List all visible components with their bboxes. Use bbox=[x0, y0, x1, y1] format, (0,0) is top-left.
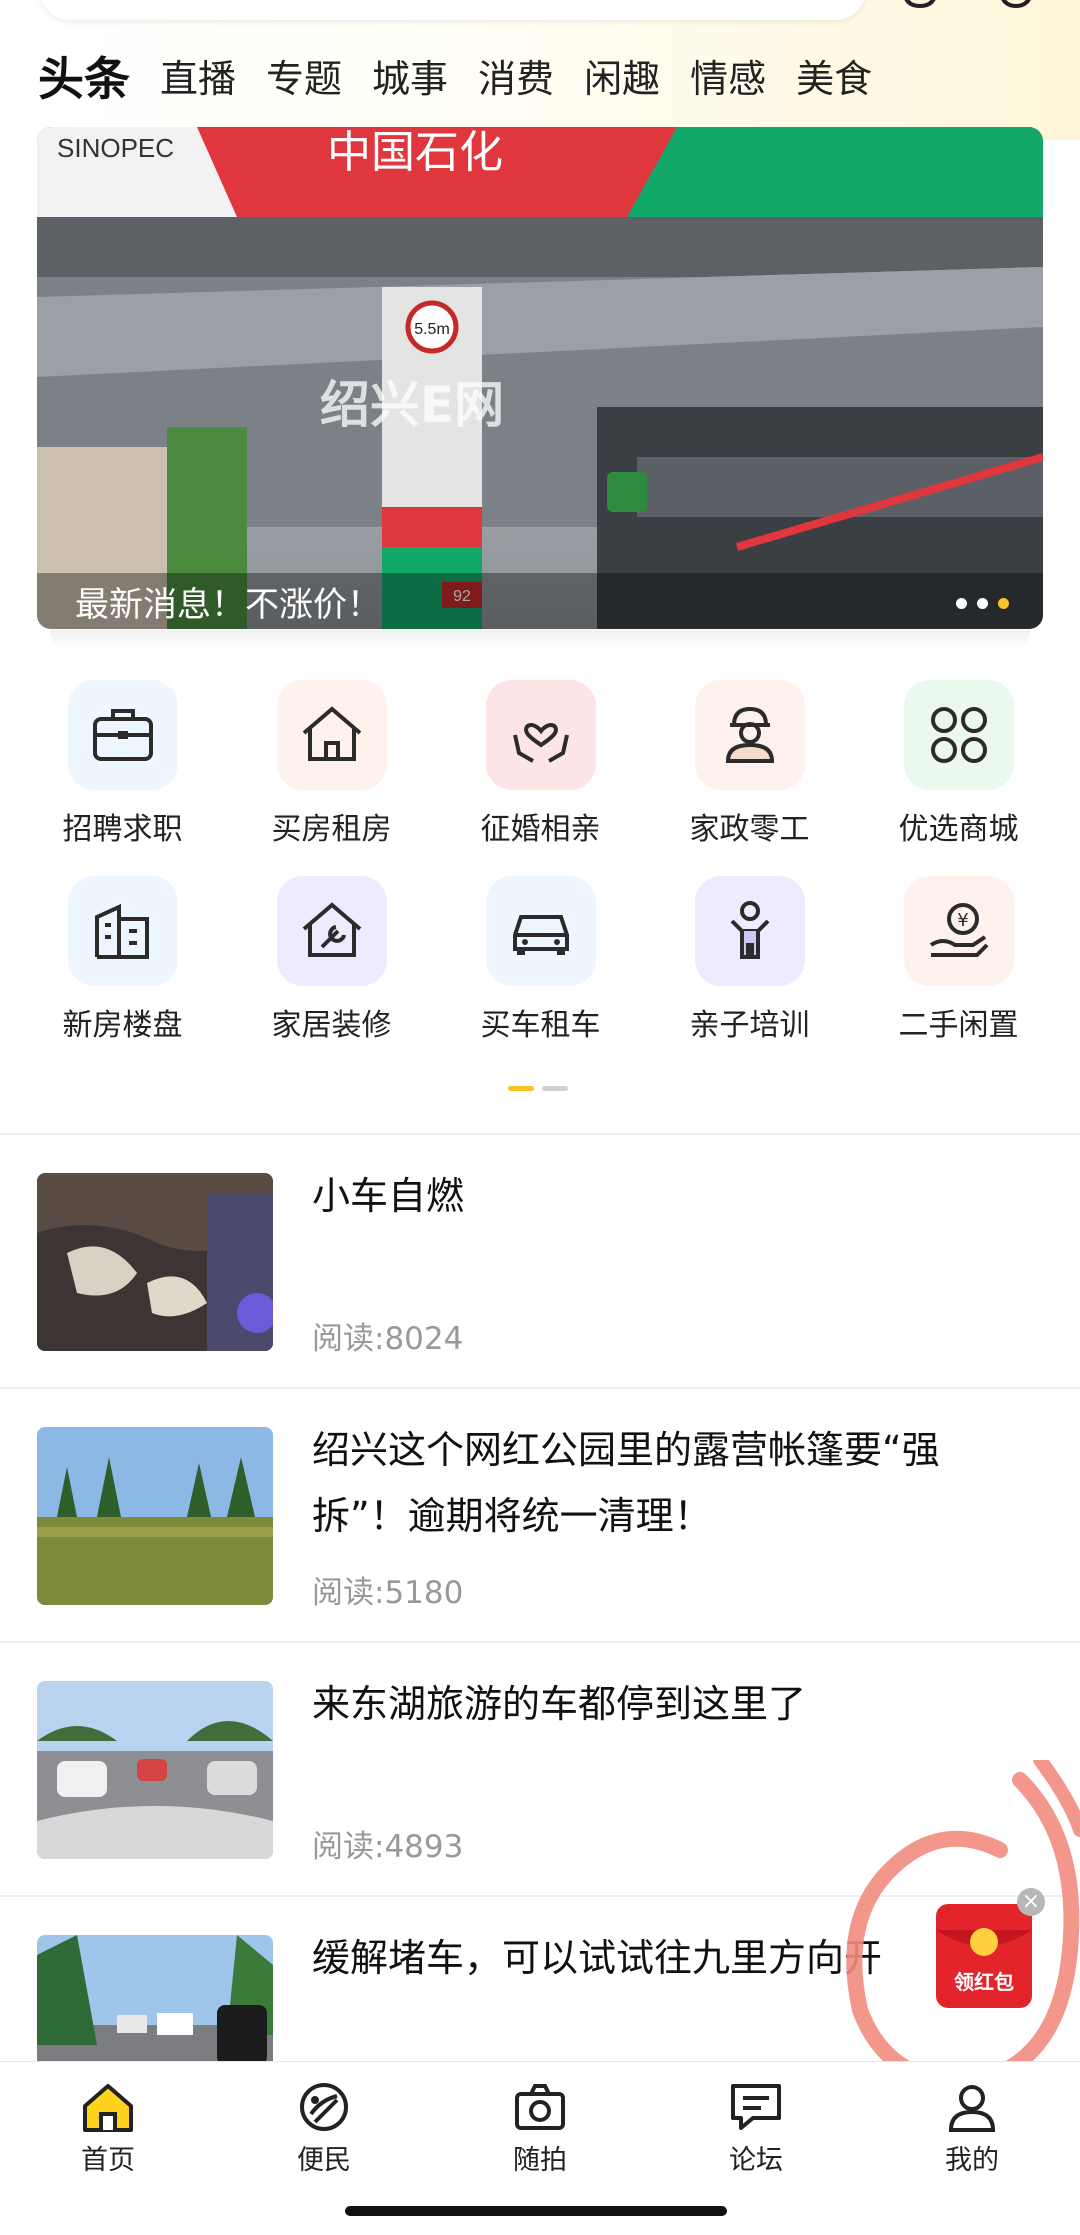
banner-dots bbox=[956, 598, 1009, 609]
car-icon bbox=[485, 876, 596, 986]
nav-label: 便民 bbox=[297, 2145, 351, 2176]
service-label: 征婚相亲 bbox=[480, 812, 601, 847]
tab-headline[interactable]: 头条 bbox=[38, 44, 130, 114]
news-thumbnail bbox=[37, 1681, 273, 1859]
svg-text:¥: ¥ bbox=[957, 910, 968, 931]
banner-caption-bar: 最新消息！不涨价！ bbox=[37, 573, 1043, 629]
tab-leisure[interactable]: 闲趣 bbox=[584, 44, 660, 114]
banner-dot-active bbox=[998, 598, 1009, 609]
watermark-text: 绍兴E网 bbox=[320, 376, 504, 434]
banner-carousel[interactable]: SINOPEC 中国石化 5.5m 92 绍兴E网 最新消息！不涨价！ bbox=[37, 127, 1043, 629]
user-icon bbox=[948, 2085, 996, 2132]
news-thumbnail bbox=[37, 1173, 273, 1351]
service-housekeeping[interactable]: 家政零工 bbox=[645, 680, 854, 876]
service-parenting[interactable]: 亲子培训 bbox=[645, 876, 854, 1072]
briefcase-icon bbox=[67, 680, 178, 790]
news-item[interactable]: 小车自燃 阅读:8024 bbox=[0, 1135, 1080, 1389]
service-label: 招聘求职 bbox=[62, 812, 183, 847]
house-icon bbox=[276, 680, 387, 790]
banner-dot bbox=[956, 598, 967, 609]
service-label: 二手闲置 bbox=[898, 1008, 1019, 1043]
category-tabs: 头条 直播 专题 城事 消费 闲趣 情感 美食 bbox=[38, 44, 902, 114]
nav-label: 首页 bbox=[81, 2145, 135, 2176]
service-label: 亲子培训 bbox=[689, 1008, 810, 1043]
message-icon[interactable] bbox=[900, 0, 940, 10]
nav-label: 我的 bbox=[945, 2145, 999, 2176]
nav-label: 随拍 bbox=[513, 2145, 567, 2176]
service-label: 优选商城 bbox=[898, 812, 1019, 847]
scan-icon[interactable] bbox=[996, 0, 1036, 10]
sign-text: 中国石化 bbox=[327, 127, 503, 178]
service-secondhand[interactable]: ¥ 二手闲置 bbox=[854, 876, 1063, 1072]
nav-home[interactable]: 首页 bbox=[0, 2062, 216, 2235]
news-thumbnail bbox=[37, 1427, 273, 1605]
news-read-count: 阅读:5180 bbox=[312, 1575, 464, 1611]
red-packet-button[interactable]: 领红包 bbox=[930, 1900, 1038, 2010]
service-label: 买车租车 bbox=[480, 1008, 601, 1043]
tab-food[interactable]: 美食 bbox=[796, 44, 872, 114]
home-indicator bbox=[345, 2206, 727, 2216]
chat-icon bbox=[731, 2084, 781, 2130]
money-hand-icon: ¥ bbox=[903, 876, 1014, 986]
service-marriage[interactable]: 征婚相亲 bbox=[436, 680, 645, 876]
grid-page-dot-active bbox=[508, 1086, 534, 1091]
child-icon bbox=[694, 876, 805, 986]
news-title: 小车自燃 bbox=[312, 1174, 465, 1218]
nav-label: 论坛 bbox=[729, 2145, 783, 2176]
banner-image: SINOPEC 中国石化 5.5m 92 绍兴E网 bbox=[37, 127, 1043, 629]
tab-topic[interactable]: 专题 bbox=[266, 44, 342, 114]
sinopec-text: SINOPEC bbox=[57, 133, 174, 163]
service-label: 家政零工 bbox=[689, 812, 810, 847]
banner-dot bbox=[977, 598, 988, 609]
home-icon bbox=[83, 2084, 133, 2132]
grid-page-indicator bbox=[508, 1086, 568, 1091]
nav-mine[interactable]: 我的 bbox=[864, 2062, 1080, 2235]
tab-consume[interactable]: 消费 bbox=[478, 44, 554, 114]
tab-emotion[interactable]: 情感 bbox=[690, 44, 766, 114]
camera-icon bbox=[515, 2084, 565, 2130]
service-label: 新房楼盘 bbox=[62, 1008, 183, 1043]
red-packet-label: 领红包 bbox=[954, 1970, 1014, 1994]
tab-city[interactable]: 城事 bbox=[372, 44, 448, 114]
service-label: 买房租房 bbox=[271, 812, 392, 847]
banner-caption: 最新消息！不涨价！ bbox=[75, 584, 381, 625]
search-bar[interactable] bbox=[40, 0, 866, 20]
grid-flower-icon bbox=[903, 680, 1014, 790]
building-icon bbox=[67, 876, 178, 986]
tab-live[interactable]: 直播 bbox=[160, 44, 236, 114]
grid-page-dot bbox=[542, 1086, 568, 1091]
service-cars[interactable]: 买车租车 bbox=[436, 876, 645, 1072]
news-item[interactable]: 绍兴这个网红公园里的露营帐篷要“强拆”！逾期将统一清理！ 阅读:5180 bbox=[0, 1389, 1080, 1643]
service-housing[interactable]: 买房租房 bbox=[227, 680, 436, 876]
news-read-count: 阅读:4893 bbox=[312, 1829, 464, 1865]
service-grid: 招聘求职 买房租房 征婚相亲 家政零工 优选商城 新房楼盘 家居装修 买车租车 … bbox=[0, 680, 1080, 1072]
service-decoration[interactable]: 家居装修 bbox=[227, 876, 436, 1072]
heart-hands-icon bbox=[485, 680, 596, 790]
house-wrench-icon bbox=[276, 876, 387, 986]
news-title: 绍兴这个网红公园里的露营帐篷要“强拆”！逾期将统一清理！ bbox=[312, 1428, 940, 1538]
service-new-homes[interactable]: 新房楼盘 bbox=[18, 876, 227, 1072]
close-icon[interactable]: × bbox=[1017, 1888, 1045, 1916]
convenience-icon bbox=[300, 2083, 348, 2131]
news-title: 来东湖旅游的车都停到这里了 bbox=[312, 1682, 807, 1726]
news-read-count: 阅读:8024 bbox=[312, 1321, 464, 1357]
service-jobs[interactable]: 招聘求职 bbox=[18, 680, 227, 876]
service-label: 家居装修 bbox=[271, 1008, 392, 1043]
service-mall[interactable]: 优选商城 bbox=[854, 680, 1063, 876]
height-limit-sign: 5.5m bbox=[414, 321, 450, 338]
worker-icon bbox=[694, 680, 805, 790]
banner-shadow bbox=[50, 630, 1030, 650]
